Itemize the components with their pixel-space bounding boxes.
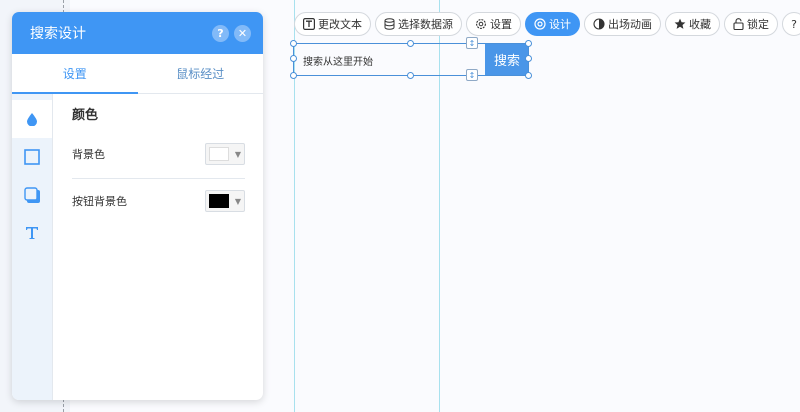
- animation-icon: [593, 18, 605, 30]
- section-title-color: 颜色: [72, 108, 99, 123]
- caret-down-icon: ▼: [234, 149, 241, 159]
- close-icon[interactable]: ✕: [234, 24, 251, 42]
- search-button[interactable]: 搜索: [485, 43, 529, 75]
- tab-settings[interactable]: 设置: [12, 54, 138, 94]
- swatch-chip: [209, 194, 229, 208]
- entrance-animation-label: 出场动画: [608, 18, 652, 31]
- select-datasource-button[interactable]: 选择数据源: [375, 12, 462, 36]
- search-placeholder-text: 搜索从这里开始: [303, 57, 373, 68]
- lock-label: 锁定: [747, 18, 769, 31]
- height-adjust-handle-top[interactable]: ↕: [466, 37, 478, 49]
- button-background-color-picker[interactable]: ▼: [205, 190, 245, 212]
- widget-toolbar: 更改文本 选择数据源 设置 设计 出场动画 收藏 锁定 ?: [294, 12, 800, 36]
- search-input[interactable]: 搜索从这里开始: [293, 43, 485, 75]
- resize-handle-top-right[interactable]: [525, 40, 532, 47]
- swatch-chip: [209, 147, 229, 161]
- settings-label: 设置: [490, 18, 512, 31]
- select-datasource-label: 选择数据源: [398, 18, 453, 31]
- shadow-box-icon[interactable]: [12, 176, 52, 214]
- favorite-label: 收藏: [689, 18, 711, 31]
- property-content: 颜色 背景色 ▼ 按钮背景色 ▼: [53, 94, 263, 400]
- property-category-bar: [12, 94, 53, 400]
- resize-handle-bottom-left[interactable]: [290, 72, 297, 79]
- settings-button[interactable]: 设置: [466, 12, 521, 36]
- lock-button[interactable]: 锁定: [724, 12, 778, 36]
- height-adjust-handle-bottom[interactable]: ↕: [466, 69, 478, 81]
- database-icon: [384, 18, 395, 30]
- panel-tabs: 设置 鼠标经过: [12, 54, 263, 94]
- drop-icon[interactable]: [12, 100, 52, 138]
- resize-handle-bottom-right[interactable]: [525, 72, 532, 79]
- gear-icon: [475, 18, 487, 30]
- star-icon: [674, 18, 686, 30]
- panel-header: 搜索设计 ? ✕: [12, 12, 263, 54]
- divider: [72, 178, 245, 179]
- text-box-icon: [303, 18, 315, 30]
- panel-title: 搜索设计: [30, 26, 86, 42]
- row-background-color: 背景色 ▼: [72, 140, 245, 168]
- text-icon[interactable]: [12, 214, 52, 252]
- label-button-background-color: 按钮背景色: [72, 195, 127, 208]
- background-color-picker[interactable]: ▼: [205, 143, 245, 165]
- help-icon[interactable]: ?: [212, 24, 229, 42]
- label-background-color: 背景色: [72, 148, 105, 161]
- caret-down-icon: ▼: [234, 196, 241, 206]
- design-panel: 搜索设计 ? ✕ 设置 鼠标经过 颜色 背景色 ▼ 按钮背景色 ▼: [12, 12, 263, 400]
- change-text-button[interactable]: 更改文本: [294, 12, 371, 36]
- square-outline-icon[interactable]: [12, 138, 52, 176]
- resize-handle-bottom-center[interactable]: [407, 72, 414, 79]
- row-button-background-color: 按钮背景色 ▼: [72, 187, 245, 215]
- resize-handle-top-center[interactable]: [407, 40, 414, 47]
- help-button[interactable]: ?: [782, 12, 800, 36]
- change-text-label: 更改文本: [318, 18, 362, 31]
- design-label: 设计: [549, 18, 571, 31]
- lock-icon: [733, 18, 744, 30]
- design-button[interactable]: 设计: [525, 12, 580, 36]
- resize-handle-middle-left[interactable]: [290, 55, 297, 62]
- palette-icon: [534, 18, 546, 30]
- resize-handle-middle-right[interactable]: [525, 55, 532, 62]
- resize-handle-top-left[interactable]: [290, 40, 297, 47]
- tab-hover[interactable]: 鼠标经过: [138, 54, 264, 93]
- favorite-button[interactable]: 收藏: [665, 12, 720, 36]
- entrance-animation-button[interactable]: 出场动画: [584, 12, 661, 36]
